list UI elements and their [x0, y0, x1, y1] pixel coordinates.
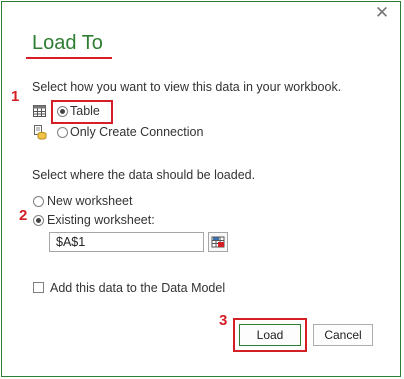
- radio-new-worksheet[interactable]: [33, 196, 44, 207]
- dialog-title: Load To: [32, 32, 103, 54]
- range-picker-button[interactable]: [208, 232, 228, 252]
- option-connection-label[interactable]: Only Create Connection: [70, 125, 203, 139]
- radio-only-create-connection[interactable]: [57, 127, 68, 138]
- load-button[interactable]: Load: [239, 324, 301, 346]
- load-to-dialog: ✕ Load To Select how you want to view th…: [1, 1, 401, 377]
- view-prompt: Select how you want to view this data in…: [32, 80, 342, 94]
- annotation-marker-1: 1: [11, 88, 20, 105]
- radio-table[interactable]: [57, 106, 68, 117]
- annotation-marker-3: 3: [219, 312, 228, 329]
- cell-reference-input[interactable]: [49, 232, 204, 252]
- range-select-icon: [211, 236, 225, 248]
- data-model-label[interactable]: Add this data to the Data Model: [50, 281, 225, 295]
- cancel-button[interactable]: Cancel: [313, 324, 373, 346]
- data-model-checkbox[interactable]: [33, 282, 44, 293]
- annotation-marker-2: 2: [19, 207, 28, 224]
- radio-existing-worksheet[interactable]: [33, 215, 44, 226]
- close-icon: ✕: [374, 3, 390, 22]
- option-new-worksheet-label[interactable]: New worksheet: [47, 194, 132, 208]
- table-icon: [33, 105, 46, 117]
- title-annotation-underline: [26, 57, 112, 59]
- location-prompt: Select where the data should be loaded.: [32, 168, 256, 182]
- option-table-label[interactable]: Table: [70, 104, 100, 118]
- close-button[interactable]: ✕: [374, 3, 390, 22]
- connection-icon: [34, 125, 47, 140]
- option-existing-worksheet-label[interactable]: Existing worksheet:: [47, 213, 155, 227]
